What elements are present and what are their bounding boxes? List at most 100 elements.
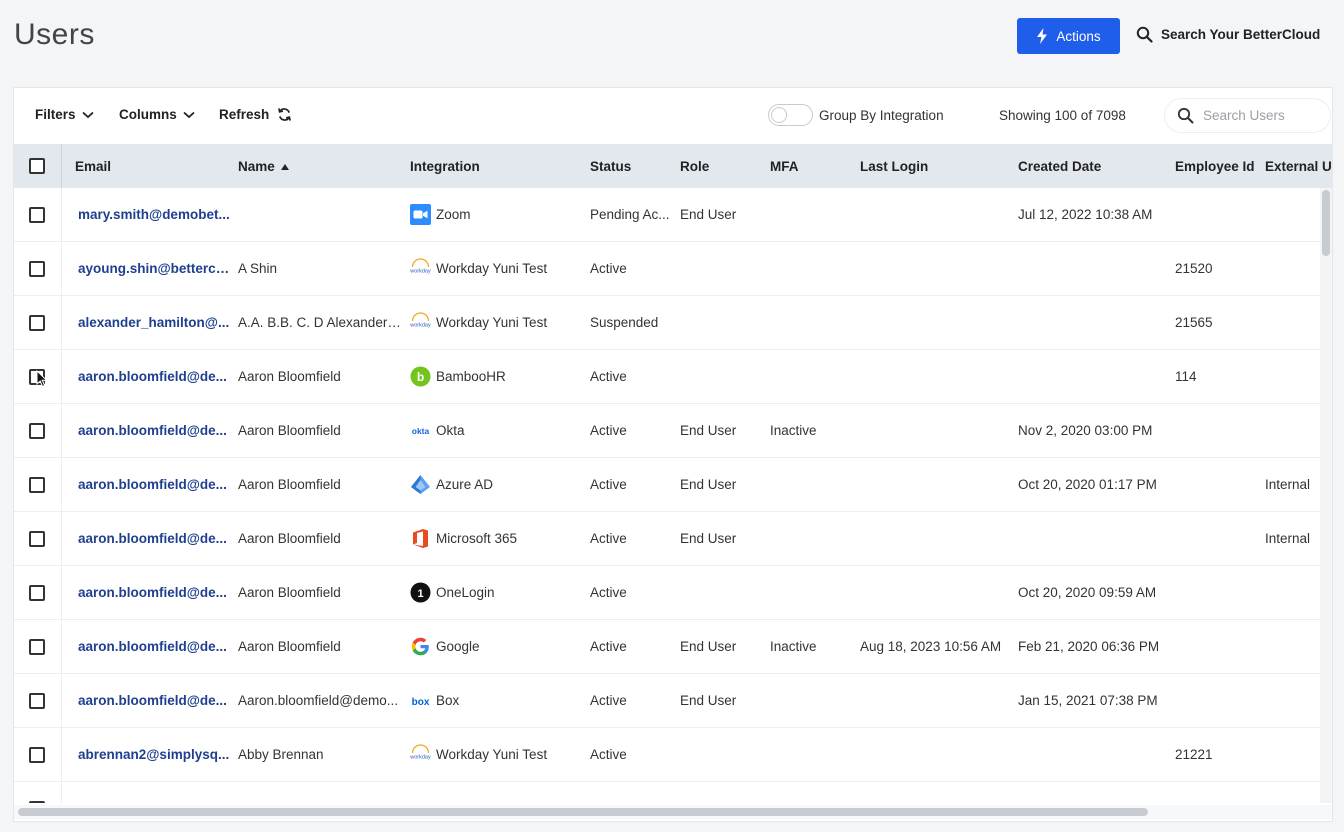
table-row[interactable]: ayoung.shin@bettercl... A Shin workday Work… <box>14 242 1320 296</box>
email-link[interactable]: alexander_hamilton@... <box>78 315 230 330</box>
integration-label: Zoom <box>436 207 471 222</box>
sort-ascending-icon <box>280 163 289 170</box>
integration-label: Workday Yuni Test <box>436 747 548 762</box>
email-link[interactable]: aaron.bloomfield@de... <box>78 531 230 546</box>
row-checkbox[interactable] <box>29 801 45 803</box>
vertical-scrollbar[interactable] <box>1320 188 1332 803</box>
table-row[interactable]: aaron.bloomfield@de... Aaron Bloomfield b B… <box>14 350 1320 404</box>
integration-label: Microsoft 365 <box>436 531 518 546</box>
row-checkbox[interactable] <box>29 747 45 763</box>
svg-text:workday: workday <box>410 269 431 275</box>
row-checkbox[interactable] <box>29 693 45 709</box>
chevron-down-icon <box>183 111 195 118</box>
integration-label: Azure AD <box>436 477 494 492</box>
email-link[interactable]: aaron.bloomfield@de... <box>78 369 230 384</box>
column-header-email[interactable]: Email <box>75 159 111 174</box>
last-login-cell: Aug 18, 2023 10:56 AM <box>860 639 1002 654</box>
table-row[interactable]: mary.smith@demobet... Zoom Pending Ac... En… <box>14 188 1320 242</box>
email-link[interactable]: ayoung.shin@bettercl... <box>78 261 230 276</box>
status-cell: Active <box>590 639 627 654</box>
column-divider <box>61 782 62 803</box>
email-link[interactable]: aaron.bloomfield@de... <box>78 477 230 492</box>
horizontal-scrollbar-thumb[interactable] <box>18 808 1148 816</box>
table-row[interactable]: aaron.bloomfield@de... Aaron Bloomfield ok… <box>14 404 1320 458</box>
column-divider <box>61 728 62 781</box>
table-row[interactable]: aaron.bloomfield@de... Aaron Bloomfield Az… <box>14 458 1320 512</box>
email-link[interactable]: aaron.bloomfield@de... <box>78 639 230 654</box>
integration-cell: 1 OneLogin <box>410 582 495 603</box>
integration-cell: Microsoft 365 <box>410 528 517 549</box>
global-search-label: Search Your BetterCloud <box>1161 27 1321 42</box>
page-title: Users <box>14 18 95 51</box>
onelogin-icon: 1 <box>410 582 431 603</box>
email-link[interactable]: mary.smith@demobet... <box>78 207 230 222</box>
column-header-mfa[interactable]: MFA <box>770 159 799 174</box>
status-cell: Active <box>590 423 627 438</box>
column-divider <box>61 242 62 295</box>
search-users-input[interactable] <box>1203 108 1313 123</box>
column-divider <box>61 512 62 565</box>
table-row[interactable]: abrennan2@simplysq... Abby Brennan workday… <box>14 728 1320 782</box>
email-link[interactable]: aaron.bloomfield@de... <box>78 693 230 708</box>
integration-label: Google <box>436 639 480 654</box>
group-by-integration-toggle[interactable] <box>768 104 813 126</box>
role-cell: End User <box>680 423 737 438</box>
row-checkbox[interactable] <box>29 585 45 601</box>
name-cell: A Shin <box>238 261 278 276</box>
global-search-button[interactable]: Search Your BetterCloud <box>1136 26 1320 43</box>
row-checkbox[interactable] <box>29 423 45 439</box>
mouse-pointer-icon <box>36 370 48 388</box>
integration-label: Workday Yuni Test <box>436 315 548 330</box>
table-row[interactable]: aaron.bloomfield@de... Aaron.bloomfield@d… <box>14 674 1320 728</box>
vertical-scrollbar-thumb[interactable] <box>1322 190 1330 256</box>
email-link[interactable]: abrennan2@simplysq... <box>78 747 230 762</box>
table-row[interactable]: alexander_hamilton@... A.A. B.B. C. D Ale… <box>14 296 1320 350</box>
microsoft-365-icon <box>410 528 431 549</box>
azure-ad-icon <box>410 474 431 495</box>
horizontal-scrollbar[interactable] <box>14 805 1332 819</box>
column-header-status[interactable]: Status <box>590 159 631 174</box>
actions-label: Actions <box>1056 28 1101 44</box>
filters-label: Filters <box>35 107 76 122</box>
search-users-field[interactable] <box>1164 98 1331 133</box>
workday-icon: workday <box>410 744 431 765</box>
integration-cell: b BambooHR <box>410 366 506 387</box>
svg-text:okta: okta <box>412 426 430 436</box>
column-header-employee-id[interactable]: Employee Id <box>1175 159 1255 174</box>
filters-dropdown[interactable]: Filters <box>35 107 94 122</box>
table-row[interactable]: aaron.bloomfield@de... Aaron Bloomfield 1 O… <box>14 566 1320 620</box>
column-header-last-login[interactable]: Last Login <box>860 159 928 174</box>
column-header-role[interactable]: Role <box>680 159 709 174</box>
email-link[interactable]: aaron.bloomfield@de... <box>78 423 230 438</box>
zoom-icon <box>410 204 431 225</box>
select-all-checkbox[interactable] <box>29 158 45 174</box>
chevron-down-icon <box>81 111 94 118</box>
status-cell: Active <box>590 747 627 762</box>
column-header-integration[interactable]: Integration <box>410 159 480 174</box>
status-cell: Pending Ac... <box>590 207 670 222</box>
name-cell: Aaron Bloomfield <box>238 369 341 384</box>
column-header-created-date[interactable]: Created Date <box>1018 159 1101 174</box>
column-header-name[interactable]: Name <box>238 159 289 174</box>
actions-button[interactable]: Actions <box>1017 18 1120 54</box>
row-checkbox[interactable] <box>29 315 45 331</box>
status-cell: Active <box>590 531 627 546</box>
row-checkbox[interactable] <box>29 639 45 655</box>
row-checkbox[interactable] <box>29 207 45 223</box>
integration-label: Workday Yuni Test <box>436 261 548 276</box>
columns-dropdown[interactable]: Columns <box>119 107 195 122</box>
row-checkbox[interactable] <box>29 531 45 547</box>
column-header-external[interactable]: External Us <box>1265 159 1332 174</box>
column-divider <box>61 188 62 241</box>
row-checkbox[interactable] <box>29 477 45 493</box>
svg-text:box: box <box>412 697 430 708</box>
created-date-cell: Jan 15, 2021 07:38 PM <box>1018 693 1158 708</box>
table-row-partial[interactable] <box>14 782 1320 803</box>
email-link[interactable]: aaron.bloomfield@de... <box>78 585 230 600</box>
table-row[interactable]: aaron.bloomfield@de... Aaron Bloomfield Mi… <box>14 512 1320 566</box>
refresh-button[interactable]: Refresh <box>219 107 292 122</box>
row-checkbox[interactable] <box>29 261 45 277</box>
name-cell: Aaron Bloomfield <box>238 639 341 654</box>
box-icon: box <box>410 690 431 711</box>
table-row[interactable]: aaron.bloomfield@de... Aaron Bloomfield Go… <box>14 620 1320 674</box>
